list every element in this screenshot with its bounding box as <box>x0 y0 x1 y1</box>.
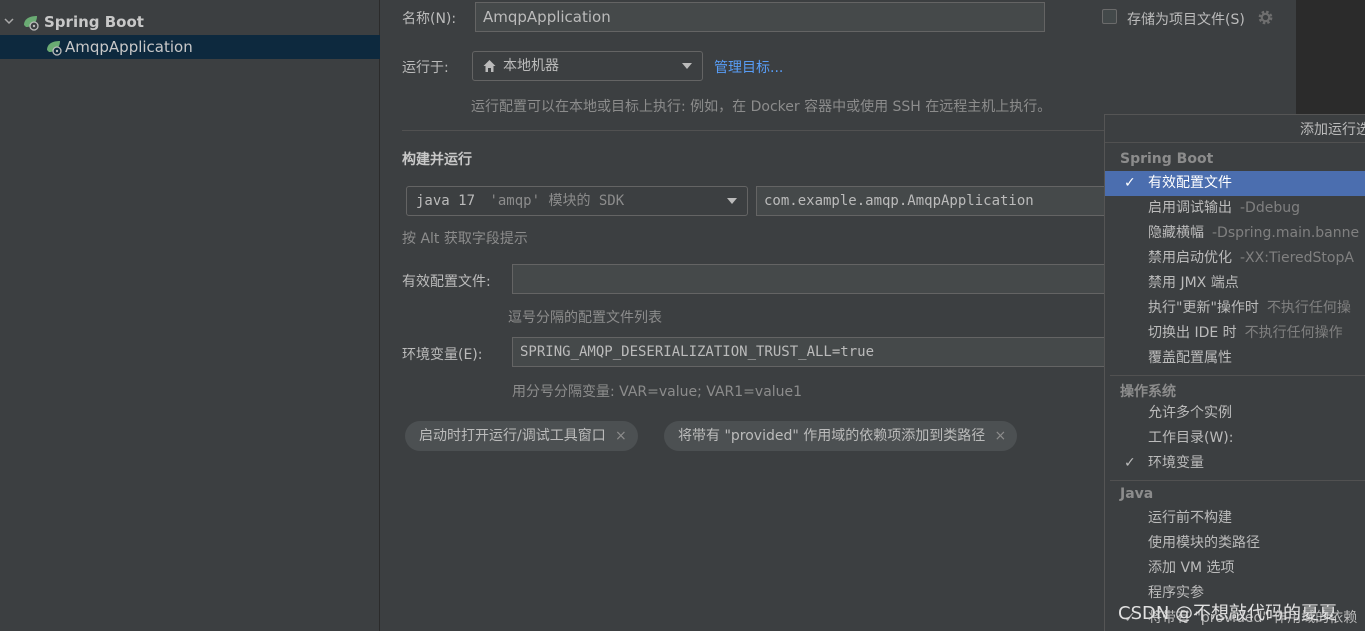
add-run-options-popup: 添加运行选 Spring Boot ✓ 有效配置文件 启用调试输出 -Ddebug … <box>1104 114 1365 631</box>
section-title-build-run: 构建并运行 <box>402 152 472 168</box>
close-icon[interactable]: × <box>615 421 627 451</box>
active-profiles-field[interactable] <box>512 264 1106 294</box>
manage-targets-link[interactable]: 管理目标... <box>714 57 783 77</box>
menu-item-hint: -Ddebug <box>1240 200 1300 216</box>
close-icon[interactable]: × <box>995 421 1007 451</box>
active-profiles-label: 有效配置文件: <box>402 274 491 290</box>
menu-item-debug-output[interactable]: 启用调试输出 -Ddebug <box>1105 196 1365 221</box>
menu-item-hint: 不执行任何操作 <box>1244 325 1343 341</box>
run-on-label: 运行于: <box>402 60 449 76</box>
menu-item-on-frame-deactivation[interactable]: 切换出 IDE 时不执行任何操作 <box>1105 321 1365 346</box>
menu-item-environment-variables[interactable]: ✓ 环境变量 <box>1105 451 1365 476</box>
gear-icon[interactable] <box>1257 9 1274 26</box>
watermark: CSDN @不想敲代码的夏夏 <box>1118 603 1338 624</box>
popup-group-java: Java <box>1120 486 1154 502</box>
chevron-down-icon <box>682 63 692 69</box>
main-class-field[interactable]: com.example.amqp.AmqpApplication <box>756 186 1106 216</box>
tree-node-label: AmqpApplication <box>65 38 193 56</box>
menu-item-do-not-build[interactable]: 运行前不构建 <box>1105 506 1365 531</box>
menu-item-hint: -Dspring.main.banne <box>1212 225 1360 241</box>
option-chip-provided-scope[interactable]: 将带有 "provided" 作用域的依赖项添加到类路径 × <box>664 421 1018 451</box>
alt-hint: 按 Alt 获取字段提示 <box>402 231 528 247</box>
menu-item-override-properties[interactable]: 覆盖配置属性 <box>1105 346 1365 371</box>
menu-item-hide-banner[interactable]: 隐藏横幅 -Dspring.main.banne <box>1105 221 1365 246</box>
check-icon: ✓ <box>1124 175 1136 191</box>
popup-group-spring-boot: Spring Boot <box>1120 151 1214 167</box>
store-as-file-label[interactable]: 存储为项目文件(S) <box>1127 9 1245 29</box>
menu-item-label: 运行前不构建 <box>1148 510 1232 526</box>
background-panel <box>1296 0 1365 114</box>
menu-item-label: 环境变量 <box>1148 455 1204 471</box>
menu-item-label: 覆盖配置属性 <box>1148 350 1232 366</box>
menu-item-label: 执行"更新"操作时 <box>1148 300 1259 316</box>
tree-node-label: Spring Boot <box>44 13 144 31</box>
popup-title: 添加运行选 <box>1105 115 1365 143</box>
chip-label: 启动时打开运行/调试工具窗口 <box>419 428 606 444</box>
divider <box>1110 480 1365 481</box>
env-vars-label: 环境变量(E): <box>402 347 483 363</box>
menu-item-label: 禁用 JMX 端点 <box>1148 275 1239 291</box>
name-field[interactable]: AmqpApplication <box>475 2 1045 32</box>
run-on-select[interactable]: 本地机器 <box>472 51 703 81</box>
home-icon <box>483 60 496 72</box>
menu-item-hint: 不执行任何操 <box>1266 300 1351 316</box>
menu-item-label: 启用调试输出 <box>1148 200 1232 216</box>
profiles-hint: 逗号分隔的配置文件列表 <box>508 310 662 326</box>
menu-item-on-update-action[interactable]: 执行"更新"操作时 不执行任何操 <box>1105 296 1365 321</box>
menu-item-label: 允许多个实例 <box>1148 405 1232 421</box>
run-on-hint: 运行配置可以在本地或目标上执行: 例如，在 Docker 容器中或使用 SSH … <box>471 99 1052 115</box>
menu-item-label: 添加 VM 选项 <box>1148 560 1235 576</box>
divider <box>1110 375 1365 376</box>
chip-label: 将带有 "provided" 作用域的依赖项添加到类路径 <box>678 428 986 444</box>
tree-node-amqp-application[interactable]: AmqpApplication <box>0 35 380 59</box>
menu-item-label: 禁用启动优化 <box>1148 250 1232 266</box>
menu-item-disable-launch-optimization[interactable]: 禁用启动优化 -XX:TieredStopA <box>1105 246 1365 271</box>
menu-item-label: 使用模块的类路径 <box>1148 535 1260 551</box>
menu-item-label: 隐藏横幅 <box>1148 225 1204 241</box>
menu-item-allow-multiple-instances[interactable]: 允许多个实例 <box>1105 401 1365 426</box>
env-vars-hint: 用分号分隔变量: VAR=value; VAR1=value1 <box>512 384 803 400</box>
menu-item-label: 切换出 IDE 时 <box>1148 325 1237 341</box>
menu-item-active-profiles[interactable]: ✓ 有效配置文件 <box>1105 171 1365 196</box>
menu-item-use-module-classpath[interactable]: 使用模块的类路径 <box>1105 531 1365 556</box>
menu-item-disable-jmx[interactable]: 禁用 JMX 端点 <box>1105 271 1365 296</box>
tree-node-spring-boot[interactable]: Spring Boot <box>0 10 380 34</box>
menu-item-working-directory[interactable]: 工作目录(W): <box>1105 426 1365 451</box>
chevron-down-icon[interactable] <box>4 16 14 26</box>
sdk-value: java 17 <box>416 193 476 209</box>
env-vars-field[interactable]: SPRING_AMQP_DESERIALIZATION_TRUST_ALL=tr… <box>512 337 1106 367</box>
menu-item-label: 工作目录(W): <box>1148 430 1234 446</box>
check-icon: ✓ <box>1124 455 1136 471</box>
menu-item-label: 有效配置文件 <box>1148 175 1232 191</box>
sdk-hint: 'amqp' 模块的 SDK <box>489 193 625 209</box>
chevron-down-icon <box>727 198 737 204</box>
menu-item-hint: -XX:TieredStopA <box>1240 250 1354 266</box>
name-label: 名称(N): <box>402 11 457 27</box>
divider <box>402 130 1104 131</box>
run-config-tree: Spring Boot AmqpApplication <box>0 0 380 631</box>
spring-boot-icon <box>47 41 62 56</box>
spring-boot-icon <box>24 16 39 31</box>
sdk-select[interactable]: java 17 'amqp' 模块的 SDK <box>406 186 748 216</box>
popup-group-os: 操作系统 <box>1120 384 1176 400</box>
menu-item-add-vm-options[interactable]: 添加 VM 选项 <box>1105 556 1365 581</box>
option-chip-open-tool-window[interactable]: 启动时打开运行/调试工具窗口 × <box>405 421 638 451</box>
store-as-file-checkbox[interactable] <box>1102 9 1117 24</box>
run-on-value: 本地机器 <box>503 58 559 74</box>
